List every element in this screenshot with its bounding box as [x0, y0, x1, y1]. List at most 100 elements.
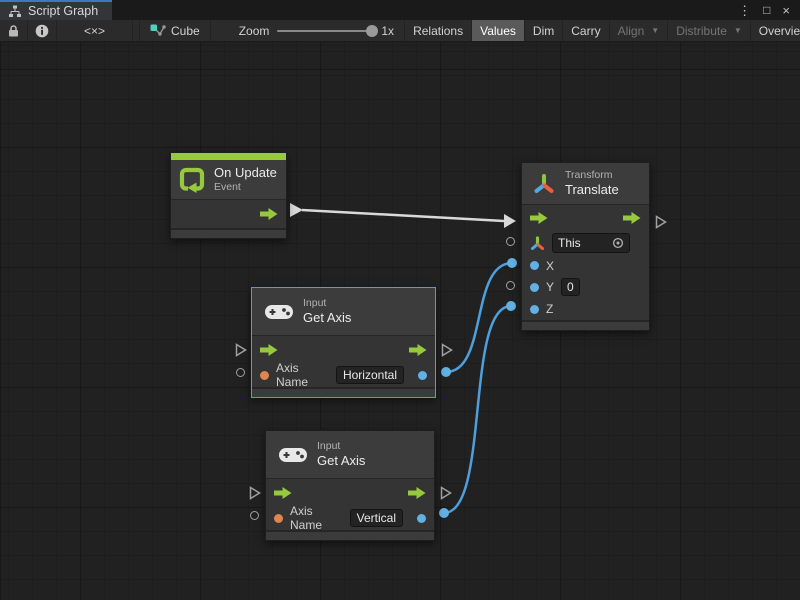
value-in-port-y[interactable] — [530, 283, 539, 292]
graph-reference[interactable]: Cube — [139, 20, 211, 41]
info-icon — [35, 24, 49, 38]
distribute-label: Distribute — [676, 24, 727, 38]
node-title: Get Axis — [303, 310, 351, 326]
lock-button[interactable] — [0, 20, 28, 41]
y-port-unconnected[interactable] — [506, 281, 515, 290]
node-title: On Update — [214, 165, 277, 181]
node-footer — [522, 320, 649, 330]
node-subtitle: Transform — [565, 169, 619, 182]
flow-out-port[interactable] — [623, 212, 641, 224]
flow-in-port[interactable] — [274, 487, 292, 499]
align-label: Align — [618, 24, 645, 38]
flow-triangle-icon — [441, 343, 453, 357]
axis-name-field[interactable]: Vertical — [350, 509, 403, 527]
target-object-field[interactable]: This — [552, 233, 630, 253]
transform-icon — [532, 172, 556, 196]
value-out-port[interactable] — [417, 514, 426, 523]
graph-toolbar: <×> Cube Zoom 1x Relations Values Dim Ca… — [0, 20, 800, 42]
window-menu-icon[interactable]: ⋮ — [734, 3, 755, 18]
node-title: Translate — [565, 182, 619, 198]
flow-in-unconnected[interactable] — [249, 486, 261, 500]
value-out-port[interactable] — [418, 371, 427, 380]
flow-triangle-icon — [655, 215, 667, 229]
wire-endpoint-dot[interactable] — [507, 258, 517, 268]
transform-port-icon[interactable] — [530, 236, 545, 251]
gamepad-icon — [264, 303, 294, 321]
graph-reference-label: Cube — [171, 24, 200, 38]
node-on-update[interactable]: On Update Event — [170, 152, 287, 239]
axis-name-unconnected[interactable] — [250, 511, 259, 520]
value-in-port-z[interactable] — [530, 305, 539, 314]
zoom-label: Zoom — [239, 24, 270, 38]
tab-script-graph[interactable]: Script Graph — [0, 0, 112, 20]
y-value-field[interactable]: 0 — [561, 278, 580, 296]
value-in-port-x[interactable] — [530, 261, 539, 270]
dim-label: Dim — [533, 24, 554, 38]
node-title: Get Axis — [317, 453, 365, 469]
window-controls: ⋮ □ × — [734, 0, 800, 20]
node-subtitle: Input — [317, 440, 365, 453]
node-footer — [171, 228, 286, 238]
lock-icon — [7, 24, 20, 38]
values-label: Values — [480, 24, 516, 38]
axis-name-port[interactable] — [260, 371, 269, 380]
toolbar-buttons: Relations Values Dim Carry Align ▼ Distr… — [404, 20, 800, 41]
maximize-icon[interactable]: □ — [759, 3, 774, 17]
carry-label: Carry — [571, 24, 600, 38]
info-button[interactable] — [28, 20, 57, 41]
target-port-unconnected[interactable] — [506, 237, 515, 246]
values-button[interactable]: Values — [472, 20, 525, 41]
chevron-down-icon: ▼ — [734, 26, 742, 35]
flow-out-unconnected[interactable] — [655, 215, 667, 229]
flow-wire-arrowhead — [504, 214, 516, 228]
tab-title: Script Graph — [28, 4, 98, 18]
object-picker-icon[interactable] — [612, 237, 624, 249]
node-translate[interactable]: Transform Translate This — [521, 162, 650, 331]
axis-name-unconnected[interactable] — [236, 368, 245, 377]
flow-out-port[interactable] — [409, 344, 427, 356]
flow-triangle-icon — [249, 486, 261, 500]
overview-button[interactable]: Overview — [751, 20, 800, 41]
axis-name-field[interactable]: Horizontal — [336, 366, 404, 384]
flow-triangle-icon — [235, 343, 247, 357]
node-get-axis-vertical[interactable]: Input Get Axis Axis Name Vertical — [265, 430, 435, 541]
graph-asset-icon — [150, 24, 166, 38]
flow-out-unconnected[interactable] — [441, 343, 453, 357]
flow-out-port[interactable] — [260, 208, 278, 220]
flow-triangle-icon — [440, 486, 452, 500]
script-graph-icon — [8, 5, 22, 18]
overview-label: Overview — [759, 24, 800, 38]
flow-in-port[interactable] — [530, 212, 548, 224]
node-get-axis-horizontal[interactable]: Input Get Axis Axis Name Horizontal — [251, 287, 436, 398]
relations-label: Relations — [413, 24, 463, 38]
wire-horizontal-x[interactable] — [446, 263, 512, 372]
flow-in-port[interactable] — [260, 344, 278, 356]
wire-endpoint-dot[interactable] — [506, 301, 516, 311]
flow-out-port[interactable] — [408, 487, 426, 499]
graph-canvas[interactable]: On Update Event Transform Translate — [0, 42, 800, 600]
port-label-x: X — [546, 259, 554, 273]
code-view-button[interactable]: <×> — [57, 20, 133, 41]
wire-vertical-z[interactable] — [444, 306, 511, 513]
flow-wire-source-triangle[interactable] — [290, 203, 303, 217]
code-view-label: <×> — [84, 24, 105, 38]
flow-in-unconnected[interactable] — [235, 343, 247, 357]
gamepad-icon — [278, 446, 308, 464]
loop-event-icon — [179, 167, 205, 193]
close-icon[interactable]: × — [778, 3, 794, 18]
wire-endpoint-dot[interactable] — [441, 367, 451, 377]
carry-button[interactable]: Carry — [563, 20, 609, 41]
relations-button[interactable]: Relations — [404, 20, 472, 41]
wire-onupdate-translate[interactable] — [302, 210, 504, 221]
dim-button[interactable]: Dim — [525, 20, 563, 41]
axis-name-label: Axis Name — [290, 504, 343, 532]
zoom-slider-handle[interactable] — [366, 25, 378, 37]
wire-endpoint-dot[interactable] — [439, 508, 449, 518]
axis-name-port[interactable] — [274, 514, 283, 523]
node-subtitle: Event — [214, 181, 277, 194]
distribute-button[interactable]: Distribute ▼ — [668, 20, 751, 41]
flow-out-unconnected[interactable] — [440, 486, 452, 500]
zoom-slider[interactable] — [277, 30, 373, 32]
axis-name-label: Axis Name — [276, 361, 329, 389]
align-button[interactable]: Align ▼ — [610, 20, 669, 41]
